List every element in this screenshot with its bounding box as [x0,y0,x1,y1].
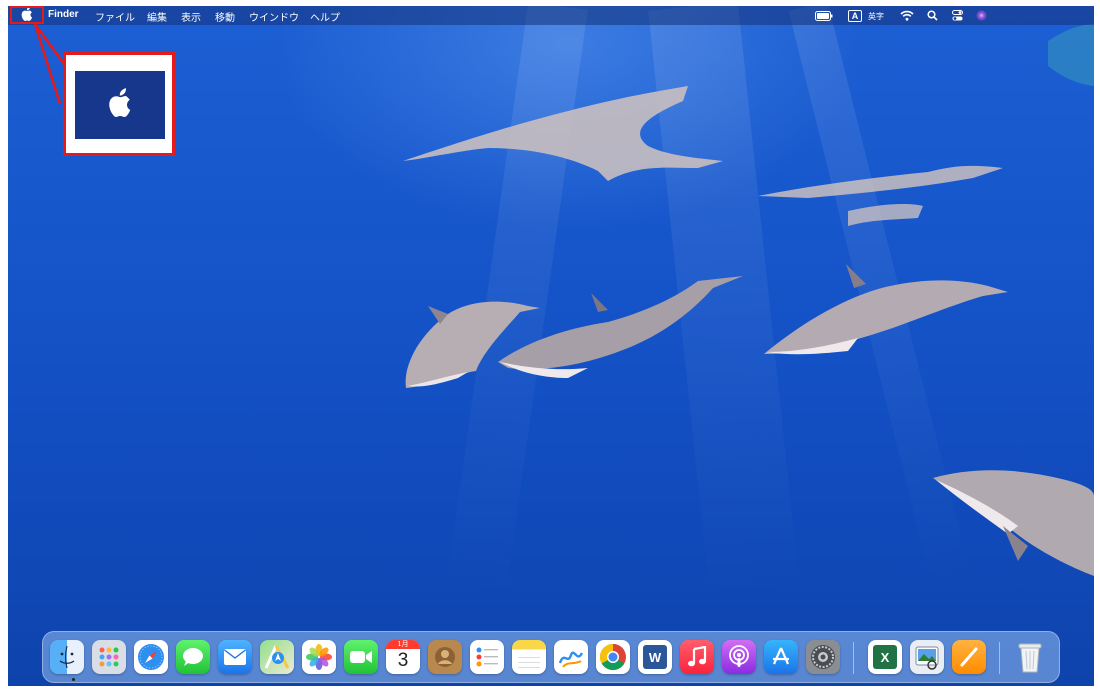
messages-icon [183,648,203,666]
trash-icon [1018,643,1042,673]
launchpad-icon [99,647,119,667]
dock-podcasts[interactable] [722,640,756,674]
photos-icon [306,644,332,670]
mail-icon [224,649,246,665]
menu-help[interactable]: ヘルプ [310,9,340,24]
menu-edit[interactable]: 編集 [147,9,167,24]
callout-zoom-area [75,71,165,139]
input-badge-letter: A [847,9,863,22]
dock-safari[interactable] [134,640,168,674]
apple-icon [109,88,131,117]
notes-icon [518,657,540,668]
dock-facetime[interactable] [344,640,378,674]
dock-pages[interactable] [952,640,986,674]
dock-separator [999,642,1000,674]
chrome-icon [599,643,626,671]
dock-preview[interactable] [910,640,944,674]
word-letter: W [648,649,662,665]
menu-app-name[interactable]: Finder [48,9,79,20]
calendar-icon: 1月 3 [386,640,420,672]
spotlight-search-icon[interactable] [925,8,939,23]
dock-reminders[interactable] [470,640,504,674]
dock: 1月 3 W X [42,631,1060,683]
menu-window[interactable]: ウインドウ [249,9,299,24]
maps-icon [264,645,290,669]
dock-notes[interactable] [512,640,546,674]
dock-calendar[interactable]: 1月 3 [386,640,420,674]
dock-messages[interactable] [176,640,210,674]
menu-file[interactable]: ファイル [95,9,135,24]
excel-icon: X [873,645,897,669]
dock-mail[interactable] [218,640,252,674]
dock-maps[interactable] [260,640,294,674]
safari-icon [138,644,164,670]
apple-icon-zoom-callout [63,52,175,156]
dock-contacts[interactable] [428,640,462,674]
preview-icon [915,646,939,670]
facetime-icon [350,651,372,663]
dock-music[interactable] [680,640,714,674]
battery-icon[interactable] [814,8,834,23]
dock-chrome[interactable] [596,640,630,674]
system-settings-icon [811,645,835,669]
dock-separator [853,642,854,674]
dock-trash[interactable] [1013,640,1047,674]
dock-finder[interactable] [50,640,84,674]
dock-freeform[interactable] [554,640,588,674]
calendar-day: 3 [397,650,409,671]
input-method-label[interactable]: 英字 [868,11,884,22]
dock-launchpad[interactable] [92,640,126,674]
word-icon: W [643,645,667,669]
desktop[interactable]: Finder ファイル 編集 表示 移動 ウインドウ ヘルプ A 英字 1月 3… [8,6,1094,686]
input-method-badge[interactable]: A [846,8,864,23]
wifi-icon[interactable] [898,8,916,23]
freeform-icon [558,651,584,668]
pages-icon [960,647,978,667]
dock-excel[interactable]: X [868,640,902,674]
control-center-icon[interactable] [950,8,964,23]
apple-menu-highlight-box [10,6,44,24]
menu-view[interactable]: 表示 [181,9,201,24]
menu-bar: Finder ファイル 編集 表示 移動 ウインドウ ヘルプ A 英字 [8,6,1094,25]
music-icon [688,646,707,667]
contacts-icon [435,647,455,667]
finder-icon [59,645,75,669]
siri-icon[interactable] [974,8,988,23]
calendar-month: 1月 [386,640,420,649]
dock-app-store[interactable] [764,640,798,674]
dock-system-settings[interactable] [806,640,840,674]
dock-word[interactable]: W [638,640,672,674]
menu-go[interactable]: 移動 [215,9,235,24]
app-store-icon [772,647,790,665]
reminders-icon [476,647,498,667]
dock-photos[interactable] [302,640,336,674]
running-indicator [72,678,75,681]
excel-letter: X [880,649,890,665]
podcasts-icon [729,645,749,667]
